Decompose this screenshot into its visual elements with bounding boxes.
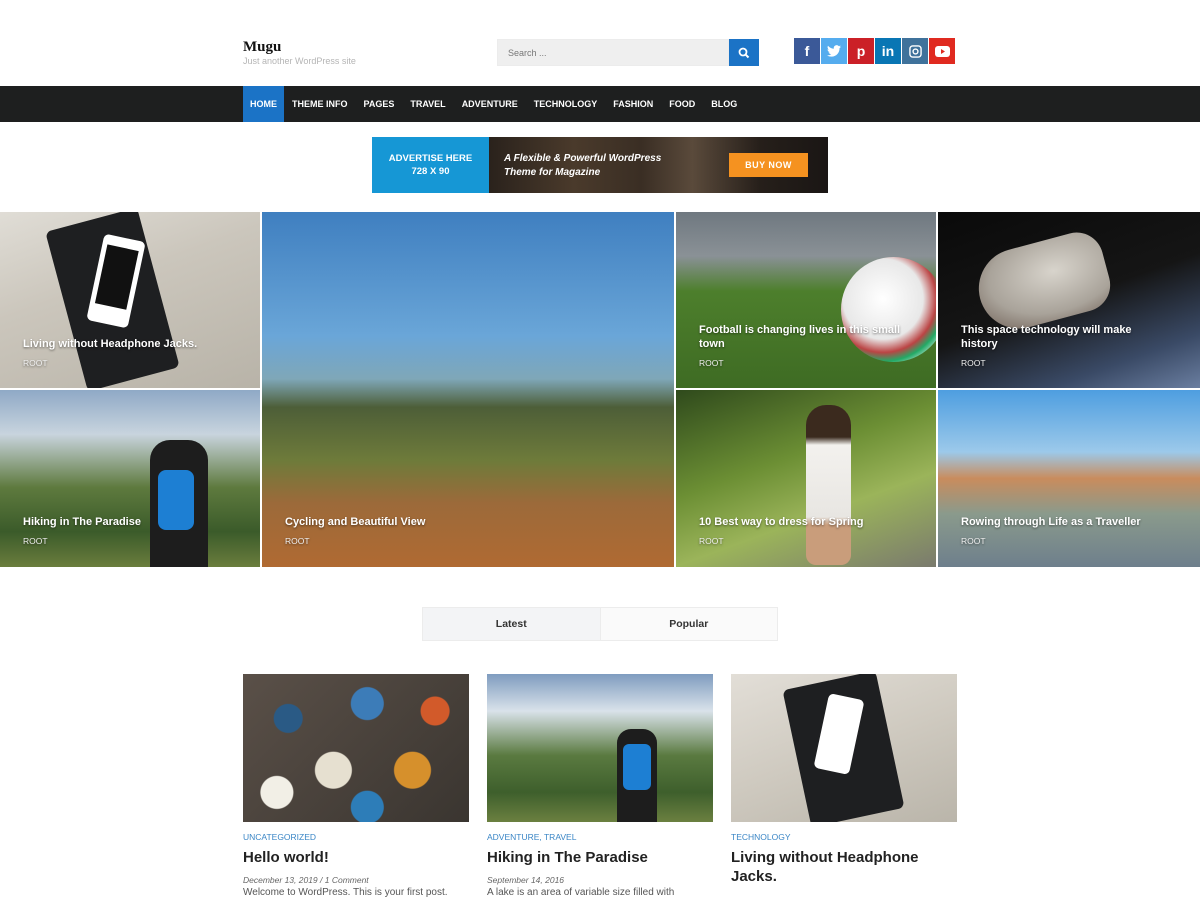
pinterest-icon[interactable]: p xyxy=(848,38,874,64)
buy-now-button[interactable]: BUY NOW xyxy=(729,153,808,177)
featured-title[interactable]: Football is changing lives in this small… xyxy=(699,323,919,351)
nav-item-technology[interactable]: TECHNOLOGY xyxy=(526,86,606,122)
post-thumbnail[interactable] xyxy=(731,674,957,822)
featured-post[interactable]: Football is changing lives in this small… xyxy=(676,212,936,388)
featured-post[interactable]: Hiking in The Paradise ROOT xyxy=(0,390,260,567)
featured-post[interactable]: Rowing through Life as a Traveller ROOT xyxy=(938,390,1200,567)
ad-size-label: 728 X 90 xyxy=(411,166,450,177)
search-input[interactable]: Search ... xyxy=(497,39,729,66)
linkedin-icon[interactable]: in xyxy=(875,38,901,64)
post-card: UNCATEGORIZED Hello world! December 13, … xyxy=(243,674,469,898)
ad-banner[interactable]: ADVERTISE HERE 728 X 90 A Flexible & Pow… xyxy=(372,137,828,193)
social-links: f p in xyxy=(794,38,955,64)
featured-title[interactable]: Living without Headphone Jacks. xyxy=(23,337,197,351)
featured-title[interactable]: Rowing through Life as a Traveller xyxy=(961,515,1141,529)
post-excerpt: Welcome to WordPress. This is your first… xyxy=(243,887,448,898)
twitter-icon[interactable] xyxy=(821,38,847,64)
search-button[interactable] xyxy=(729,39,759,66)
site-tagline: Just another WordPress site xyxy=(243,56,356,66)
nav-item-fashion[interactable]: FASHION xyxy=(605,86,661,122)
spacecraft-image xyxy=(969,226,1117,338)
site-title[interactable]: Mugu xyxy=(243,39,281,56)
featured-category[interactable]: ROOT xyxy=(961,536,986,546)
featured-grid: Living without Headphone Jacks. ROOT Hik… xyxy=(0,212,1200,567)
featured-category[interactable]: ROOT xyxy=(961,358,986,368)
post-card: TECHNOLOGY Living without Headphone Jack… xyxy=(731,674,957,894)
featured-post[interactable]: Living without Headphone Jacks. ROOT xyxy=(0,212,260,388)
facebook-icon[interactable]: f xyxy=(794,38,820,64)
post-card: ADVENTURE, TRAVEL Hiking in The Paradise… xyxy=(487,674,713,898)
main-navigation: HOME THEME INFO PAGES TRAVEL ADVENTURE T… xyxy=(0,86,1200,122)
ad-tagline: A Flexible & Powerful WordPress Theme fo… xyxy=(504,152,661,180)
featured-title[interactable]: 10 Best way to dress for Spring xyxy=(699,515,863,529)
featured-title[interactable]: Hiking in The Paradise xyxy=(23,515,141,529)
featured-category[interactable]: ROOT xyxy=(285,536,310,546)
post-title[interactable]: Hiking in The Paradise xyxy=(487,848,713,867)
post-tabs: Latest Popular xyxy=(422,607,778,641)
post-thumbnail[interactable] xyxy=(487,674,713,822)
post-title[interactable]: Living without Headphone Jacks. xyxy=(731,848,957,886)
featured-category[interactable]: ROOT xyxy=(23,358,48,368)
ad-tagline-line1: A Flexible & Powerful WordPress xyxy=(504,153,662,164)
nav-item-food[interactable]: FOOD xyxy=(661,86,703,122)
nav-item-adventure[interactable]: ADVENTURE xyxy=(454,86,526,122)
tab-popular[interactable]: Popular xyxy=(599,608,777,640)
backpack-image xyxy=(623,744,651,790)
featured-category[interactable]: ROOT xyxy=(23,536,48,546)
site-header: Mugu Just another WordPress site Search … xyxy=(0,0,1200,86)
backpack-image xyxy=(158,470,194,530)
post-category[interactable]: TECHNOLOGY xyxy=(731,832,957,842)
post-category[interactable]: UNCATEGORIZED xyxy=(243,832,469,842)
nav-item-home[interactable]: HOME xyxy=(243,86,284,122)
ad-advertise-label: ADVERTISE HERE xyxy=(388,153,473,164)
post-meta: September 14, 2016 xyxy=(487,875,565,885)
featured-title[interactable]: Cycling and Beautiful View xyxy=(285,515,425,529)
featured-category[interactable]: ROOT xyxy=(699,536,724,546)
post-thumbnail[interactable] xyxy=(243,674,469,822)
youtube-icon[interactable] xyxy=(929,38,955,64)
post-title[interactable]: Hello world! xyxy=(243,848,469,867)
nav-item-theme-info[interactable]: THEME INFO xyxy=(284,86,356,122)
featured-post[interactable]: 10 Best way to dress for Spring ROOT xyxy=(676,390,936,567)
featured-category[interactable]: ROOT xyxy=(699,358,724,368)
nav-item-blog[interactable]: BLOG xyxy=(703,86,745,122)
featured-title[interactable]: This space technology will make history xyxy=(961,323,1161,351)
tab-latest[interactable]: Latest xyxy=(423,608,600,640)
ad-promo: A Flexible & Powerful WordPress Theme fo… xyxy=(489,137,828,193)
featured-post-large[interactable]: Cycling and Beautiful View ROOT xyxy=(262,212,674,567)
search-icon xyxy=(738,47,750,58)
nav-item-pages[interactable]: PAGES xyxy=(356,86,403,122)
ad-tagline-line2: Theme for Magazine xyxy=(504,167,601,178)
post-category[interactable]: ADVENTURE, TRAVEL xyxy=(487,832,713,842)
woman-image xyxy=(806,405,851,565)
featured-post[interactable]: This space technology will make history … xyxy=(938,212,1200,388)
instagram-icon[interactable] xyxy=(902,38,928,64)
nav-item-travel[interactable]: TRAVEL xyxy=(402,86,453,122)
ad-advertise-here: ADVERTISE HERE 728 X 90 xyxy=(372,137,489,193)
post-excerpt: A lake is an area of variable size fille… xyxy=(487,887,675,898)
post-meta: December 13, 2019 / 1 Comment xyxy=(243,875,369,885)
